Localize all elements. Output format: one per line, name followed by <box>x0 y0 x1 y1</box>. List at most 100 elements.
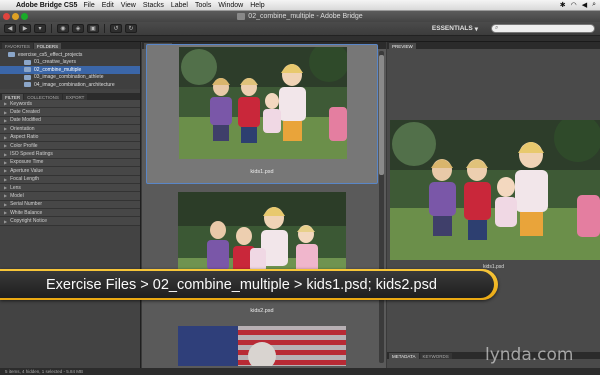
back-button[interactable]: ◀ <box>4 24 16 33</box>
folder-item-selected[interactable]: 02_combine_multiple <box>0 66 140 74</box>
content-panel: CONTENT kids1.psd <box>142 42 386 368</box>
filter-item[interactable]: ▶ Serial Number <box>0 200 140 210</box>
folder-label: 02_combine_multiple <box>34 66 82 73</box>
camera-icon[interactable]: ◉ <box>57 24 69 33</box>
disclosure-triangle-icon: ▶ <box>4 193 8 199</box>
filter-label: Keywords <box>10 100 33 107</box>
thumbnail-kids1[interactable]: kids1.psd <box>146 44 378 184</box>
exercise-files-banner: Exercise Files > 02_combine_multiple > k… <box>0 269 498 300</box>
menu-stacks[interactable]: Stacks <box>143 2 164 9</box>
refine-icon[interactable]: ◈ <box>72 24 84 33</box>
tab-folders[interactable]: FOLDERS <box>33 43 62 49</box>
menu-bar: Adobe Bridge CS5 File Edit View Stacks L… <box>0 0 600 11</box>
disclosure-triangle-icon: ▶ <box>4 218 8 224</box>
zoom-window-button[interactable] <box>21 13 28 20</box>
workspace-switcher[interactable]: ESSENTIALS ▾ <box>432 25 478 33</box>
tab-favorites[interactable]: FAVORITES <box>2 43 33 49</box>
app-menu[interactable]: Adobe Bridge CS5 <box>16 2 77 9</box>
thumbnail-filename: kids2.psd <box>250 308 274 314</box>
rotate-right-icon[interactable]: ↻ <box>125 24 137 33</box>
filter-item[interactable]: ▶ Model <box>0 192 140 201</box>
disclosure-triangle-icon: ▶ <box>4 159 8 165</box>
menubar-extras: ✱ ◠ ◀ ⌕ <box>560 1 600 9</box>
filter-label: White Balance <box>10 209 43 216</box>
volume-icon[interactable]: ◀ <box>582 1 587 9</box>
scrollbar-thumb[interactable] <box>379 55 384 175</box>
photo-kids1 <box>179 47 347 159</box>
filter-item[interactable]: ▶ Color Profile <box>0 141 140 151</box>
filter-item[interactable]: ▶ Exposure Time <box>0 158 140 168</box>
disclosure-triangle-icon: ▶ <box>4 109 8 115</box>
menu-label[interactable]: Label <box>171 2 188 9</box>
menu-view[interactable]: View <box>121 2 136 9</box>
window-title: 02_combine_multiple - Adobe Bridge <box>248 13 363 20</box>
folder-label: 04_image_combination_architecture <box>34 81 115 88</box>
folder-item[interactable]: 04_image_combination_architecture <box>0 81 140 89</box>
disclosure-triangle-icon: ▶ <box>4 134 8 140</box>
tab-keywords[interactable]: KEYWORDS <box>419 353 452 359</box>
banner-text: Exercise Files > 02_combine_multiple > k… <box>46 276 437 293</box>
toolbar-divider <box>51 24 52 33</box>
preview-panel: PREVIEW kids1.psd METADATA KEYWORDS <box>387 42 600 368</box>
menu-edit[interactable]: Edit <box>102 2 114 9</box>
tab-preview[interactable]: PREVIEW <box>389 43 416 49</box>
thumbnail-kids2[interactable]: kids2.psd <box>146 190 378 322</box>
folder-item[interactable]: 01_creative_layers <box>0 59 140 67</box>
photoshop-icon[interactable]: ▣ <box>87 24 99 33</box>
tab-filter[interactable]: FILTER <box>2 94 24 100</box>
toolbar: ◀ ▶ ▾ ◉ ◈ ▣ ↺ ↻ ESSENTIALS ▾ ⌕ <box>0 22 600 36</box>
tab-collections[interactable]: COLLECTIONS <box>24 94 62 100</box>
close-window-button[interactable] <box>3 13 10 20</box>
disclosure-triangle-icon: ▶ <box>4 168 8 174</box>
filter-label: Aperture Value <box>10 167 44 174</box>
filter-item[interactable]: ▶ Date Created <box>0 108 140 117</box>
menu-file[interactable]: File <box>83 2 94 9</box>
folder-item[interactable]: exercise_cs5_effect_projects <box>0 51 140 59</box>
filter-item[interactable]: ▶ Copyright Notice <box>0 217 140 226</box>
recent-folder-icon[interactable]: ▾ <box>34 24 46 33</box>
status-text: 5 items, 4 hidden, 1 selected - 5.84 MB <box>5 369 84 374</box>
rotate-left-icon[interactable]: ↺ <box>110 24 122 33</box>
filter-label: Copyright Notice <box>10 218 48 225</box>
folder-icon <box>237 13 246 20</box>
folder-icon <box>24 74 31 80</box>
filter-label: ISO Speed Ratings <box>10 151 53 158</box>
filter-item[interactable]: ▶ ISO Speed Ratings <box>0 150 140 159</box>
search-input[interactable]: ⌕ <box>491 24 595 33</box>
filter-list: ▶ Keywords ▶ Date Created ▶ Date Modified ▶… <box>0 100 140 226</box>
menu-help[interactable]: Help <box>250 2 264 9</box>
menu-window[interactable]: Window <box>218 2 243 9</box>
tab-metadata[interactable]: METADATA <box>389 353 419 359</box>
disclosure-triangle-icon: ▶ <box>4 210 8 216</box>
status-bar: 5 items, 4 hidden, 1 selected - 5.84 MB <box>0 368 600 375</box>
folder-label: 01_creative_layers <box>34 59 76 66</box>
filter-item[interactable]: ▶ Lens <box>0 183 140 193</box>
filter-item[interactable]: ▶ Aspect Ratio <box>0 133 140 142</box>
filter-item[interactable]: ▶ Keywords <box>0 100 140 109</box>
window-controls <box>3 13 28 20</box>
filter-item[interactable]: ▶ White Balance <box>0 209 140 218</box>
menu-tools[interactable]: Tools <box>195 2 211 9</box>
content-scrollbar[interactable] <box>379 51 384 363</box>
bluetooth-icon[interactable]: ✱ <box>560 1 566 9</box>
tab-export[interactable]: EXPORT <box>62 94 88 100</box>
filter-item[interactable]: ▶ Aperture Value <box>0 167 140 176</box>
disclosure-triangle-icon: ▶ <box>4 143 8 149</box>
folder-item[interactable]: 03_image_combination_athlete <box>0 74 140 82</box>
forward-button[interactable]: ▶ <box>19 24 31 33</box>
filter-item[interactable]: ▶ Focal Length <box>0 175 140 184</box>
filter-label: Orientation <box>10 125 35 132</box>
left-panel: FAVORITES FOLDERS exercise_cs5_effect_pr… <box>0 42 141 368</box>
wifi-icon[interactable]: ◠ <box>571 1 577 9</box>
spotlight-icon[interactable]: ⌕ <box>592 1 596 9</box>
filter-label: Color Profile <box>10 142 38 149</box>
minimize-window-button[interactable] <box>12 13 19 20</box>
filter-item[interactable]: ▶ Orientation <box>0 125 140 134</box>
thumbnail-flag[interactable] <box>146 326 378 366</box>
disclosure-triangle-icon: ▶ <box>4 126 8 132</box>
filter-item[interactable]: ▶ Date Modified <box>0 116 140 126</box>
search-icon: ⌕ <box>495 25 499 31</box>
folder-icon <box>8 52 15 58</box>
preview-image[interactable] <box>390 120 600 260</box>
disclosure-triangle-icon: ▶ <box>4 185 8 191</box>
